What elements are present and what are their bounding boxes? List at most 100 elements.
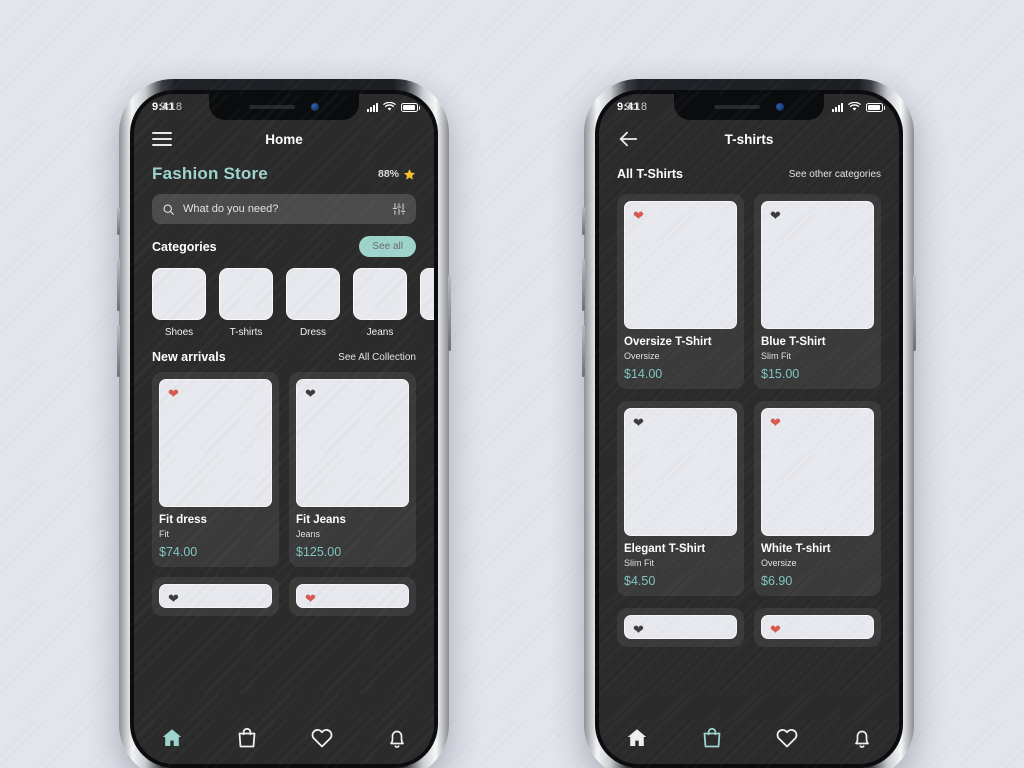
status-indicators <box>832 102 885 112</box>
category-label: Ha <box>420 327 434 338</box>
volume-up-button[interactable] <box>582 259 585 311</box>
product-card[interactable]: ❤ Oversize T-Shirt Oversize $14.00 <box>617 194 744 389</box>
battery-icon <box>866 102 885 112</box>
product-grid-row-2: ❤ ❤ <box>134 567 434 616</box>
product-grid-row-3: ❤ ❤ <box>599 596 899 647</box>
product-card[interactable]: ❤ Fit dress Fit $74.00 <box>152 372 279 567</box>
see-other-categories-link[interactable]: See other categories <box>789 169 881 180</box>
product-subtitle: Jeans <box>296 529 321 539</box>
product-price: $6.90 <box>761 574 793 588</box>
product-subtitle: Slim Fit <box>624 558 654 568</box>
new-arrivals-header: New arrivals See All Collection <box>134 338 434 364</box>
power-button[interactable] <box>913 275 916 351</box>
cellular-signal-icon <box>367 102 378 112</box>
favorite-heart-icon[interactable]: ❤ <box>633 209 644 222</box>
status-bar: 9:41 9:18 <box>599 94 899 120</box>
search-icon <box>163 203 174 215</box>
product-name: Fit dress <box>159 514 207 526</box>
status-indicators <box>367 102 420 112</box>
product-image: ❤ <box>761 408 874 536</box>
product-grid-row-1: ❤ Fit dress Fit $74.00 ❤ Fit Jeans Jeans… <box>134 364 434 567</box>
category-thumbnail <box>152 268 206 320</box>
product-card[interactable]: ❤ White T-shirt Oversize $6.90 <box>754 401 881 596</box>
mute-switch[interactable] <box>582 207 585 235</box>
product-card[interactable]: ❤ Fit Jeans Jeans $125.00 <box>289 372 416 567</box>
screenshot-canvas: 9:41 9:18 Home Fashion Store 88% What do… <box>0 0 1024 768</box>
product-card[interactable]: ❤ Blue T-Shirt Slim Fit $15.00 <box>754 194 881 389</box>
bottom-tab-bar <box>134 712 434 764</box>
hamburger-icon[interactable] <box>152 132 172 146</box>
category-item-tshirts[interactable]: T-shirts <box>219 268 273 338</box>
favorite-heart-icon[interactable]: ❤ <box>305 592 316 605</box>
favorite-heart-icon[interactable]: ❤ <box>168 387 179 400</box>
bell-icon[interactable] <box>385 726 409 750</box>
category-thumbnail <box>286 268 340 320</box>
volume-down-button[interactable] <box>117 325 120 377</box>
product-subtitle: Oversize <box>761 558 797 568</box>
favorite-heart-icon[interactable]: ❤ <box>633 416 644 429</box>
app-screen-tshirts: 9:41 9:18 T-shirts All T-Shirts See othe… <box>599 94 899 764</box>
category-label: Jeans <box>366 327 394 338</box>
arrow-left-icon[interactable] <box>617 128 639 150</box>
app-screen-home: 9:41 9:18 Home Fashion Store 88% What do… <box>134 94 434 764</box>
heart-outline-icon[interactable] <box>310 726 334 750</box>
clock-secondary: 9:18 <box>160 101 183 113</box>
see-all-button[interactable]: See all <box>359 236 416 257</box>
category-thumbnail <box>353 268 407 320</box>
home-icon[interactable] <box>160 726 184 750</box>
volume-down-button[interactable] <box>582 325 585 377</box>
home-icon[interactable] <box>625 726 649 750</box>
search-bar[interactable]: What do you need? <box>152 194 416 224</box>
shopping-bag-icon[interactable] <box>235 726 259 750</box>
category-thumbnail <box>420 268 434 320</box>
store-name: Fashion Store <box>152 164 268 183</box>
see-all-collection-link[interactable]: See All Collection <box>338 352 416 363</box>
categories-title: Categories <box>152 239 217 254</box>
product-card[interactable]: ❤ <box>289 577 416 616</box>
product-price: $4.50 <box>624 574 656 588</box>
category-label: Shoes <box>164 327 194 338</box>
category-label: T-shirts <box>229 327 263 338</box>
bell-icon[interactable] <box>850 726 874 750</box>
heart-outline-icon[interactable] <box>775 726 799 750</box>
product-grid-row-1: ❤ Oversize T-Shirt Oversize $14.00 ❤ Blu… <box>599 181 899 389</box>
category-item-jeans[interactable]: Jeans <box>353 268 407 338</box>
favorite-heart-icon[interactable]: ❤ <box>770 623 781 636</box>
bottom-tab-bar <box>599 712 899 764</box>
volume-up-button[interactable] <box>117 259 120 311</box>
wifi-icon <box>848 102 861 111</box>
category-item-shoes[interactable]: Shoes <box>152 268 206 338</box>
status-bar: 9:41 9:18 <box>134 94 434 120</box>
power-button[interactable] <box>448 275 451 351</box>
sliders-icon[interactable] <box>392 202 406 216</box>
favorite-heart-icon[interactable]: ❤ <box>770 209 781 222</box>
clock-secondary: 9:18 <box>625 101 648 113</box>
page-title: T-shirts <box>724 131 774 147</box>
product-card[interactable]: ❤ <box>617 608 744 647</box>
product-subtitle: Fit <box>159 529 169 539</box>
category-item-dress[interactable]: Dress <box>286 268 340 338</box>
new-arrivals-title: New arrivals <box>152 350 226 364</box>
search-input[interactable]: What do you need? <box>183 203 384 215</box>
rating-badge: 88% <box>378 168 416 181</box>
product-price: $125.00 <box>296 545 342 559</box>
categories-strip[interactable]: Shoes T-shirts Dress Jeans <box>134 257 434 338</box>
favorite-heart-icon[interactable]: ❤ <box>168 592 179 605</box>
list-header: All T-Shirts See other categories <box>599 158 899 181</box>
mute-switch[interactable] <box>117 207 120 235</box>
product-subtitle: Oversize <box>624 351 660 361</box>
favorite-heart-icon[interactable]: ❤ <box>305 387 316 400</box>
product-image: ❤ <box>159 379 272 507</box>
category-item-hats[interactable]: Ha <box>420 268 434 338</box>
favorite-heart-icon[interactable]: ❤ <box>770 416 781 429</box>
favorite-heart-icon[interactable]: ❤ <box>633 623 644 636</box>
status-clock: 9:41 9:18 <box>617 101 647 113</box>
star-icon <box>403 168 416 180</box>
app-header-tshirts: T-shirts <box>599 120 899 158</box>
brand-row: Fashion Store 88% <box>134 158 434 184</box>
product-card[interactable]: ❤ <box>152 577 279 616</box>
product-card[interactable]: ❤ Elegant T-Shirt Slim Fit $4.50 <box>617 401 744 596</box>
product-name: White T-shirt <box>761 543 831 555</box>
product-card[interactable]: ❤ <box>754 608 881 647</box>
shopping-bag-icon[interactable] <box>700 726 724 750</box>
